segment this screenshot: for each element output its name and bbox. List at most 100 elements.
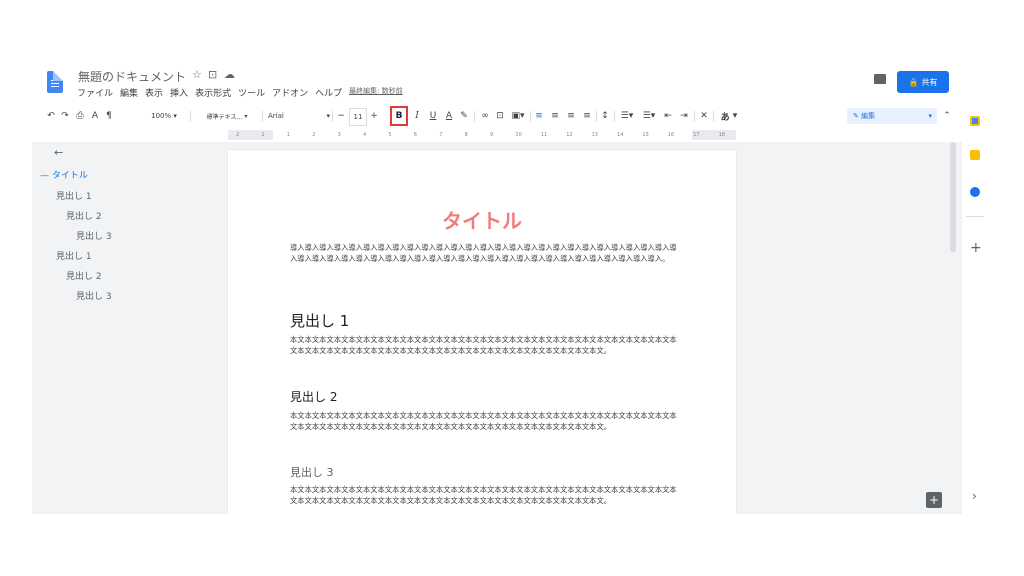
ruler-tick-label: 15	[642, 132, 649, 138]
body-paragraph[interactable]: 本文本文本文本文本文本文本文本文本文本文本文本文本文本文本文本文本文本文本文本文…	[290, 334, 678, 356]
menu-tools[interactable]: ツール	[238, 86, 265, 100]
menu-help[interactable]: ヘルプ	[315, 86, 342, 100]
share-label: 共有	[921, 77, 938, 87]
outline-item-h2[interactable]: 見出し 2	[66, 269, 102, 282]
font-size-input[interactable]: 11	[349, 108, 367, 126]
undo-icon[interactable]: ↶	[46, 108, 56, 124]
input-tools-button[interactable]: あ ▾	[718, 108, 740, 124]
underline-button[interactable]: U	[428, 108, 438, 124]
comment-add-icon[interactable]: ⊡	[495, 108, 505, 124]
bold-button[interactable]: B	[390, 106, 408, 126]
document-page[interactable]: タイトル 導入導入導入導入導入導入導入導入導入導入導入導入導入導入導入導入導入導…	[228, 150, 736, 514]
align-right-icon[interactable]: ≡	[566, 108, 576, 124]
docs-app-window: 無題のドキュメント ☆ ⊡ ☁ ファイル 編集 表示 挿入 表示形式 ツール ア…	[32, 62, 994, 514]
menu-addons[interactable]: アドオン	[272, 86, 308, 100]
outline-item-h1[interactable]: 見出し 1	[56, 249, 92, 262]
align-justify-icon[interactable]: ≡	[582, 108, 592, 124]
ruler-tick-label: 14	[617, 132, 624, 138]
ruler-tick-label: 9	[490, 132, 494, 138]
ruler-tick-label: 6	[413, 132, 417, 138]
italic-button[interactable]: I	[412, 108, 422, 124]
ruler-tick-label: 1	[261, 132, 265, 138]
zoom-select[interactable]: 100% ▾	[144, 108, 184, 124]
menu-bar: ファイル 編集 表示 挿入 表示形式 ツール アドオン ヘルプ 最終編集: 数秒…	[77, 86, 410, 100]
vertical-scrollbar[interactable]	[950, 142, 956, 252]
side-divider	[966, 216, 984, 217]
body-paragraph[interactable]: 本文本文本文本文本文本文本文本文本文本文本文本文本文本文本文本文本文本文本文本文…	[290, 410, 678, 432]
clear-formatting-icon[interactable]: ✕	[699, 108, 709, 124]
calendar-icon[interactable]	[970, 116, 980, 126]
pencil-icon: ✎	[853, 112, 862, 120]
last-edit-link[interactable]: 最終編集: 数秒前	[349, 86, 403, 100]
header: 無題のドキュメント ☆ ⊡ ☁ ファイル 編集 表示 挿入 表示形式 ツール ア…	[32, 62, 994, 106]
image-icon[interactable]: ▣▾	[510, 108, 526, 124]
outline-item-title[interactable]: — タイトル	[40, 168, 88, 181]
highlight-icon[interactable]: ✎	[459, 108, 469, 124]
decrease-indent-icon[interactable]: ⇤	[662, 108, 674, 124]
increase-indent-icon[interactable]: ⇥	[678, 108, 690, 124]
tasks-icon[interactable]	[970, 187, 980, 197]
intro-paragraph[interactable]: 導入導入導入導入導入導入導入導入導入導入導入導入導入導入導入導入導入導入導入導入…	[290, 242, 678, 264]
ruler-tick-label: 4	[363, 132, 367, 138]
ruler-tick-label: 10	[515, 132, 522, 138]
ruler-tick-label: 8	[464, 132, 468, 138]
outline-item-h1[interactable]: 見出し 1	[56, 189, 92, 202]
menu-format[interactable]: 表示形式	[195, 86, 231, 100]
ruler-tick-label: 18	[718, 132, 725, 138]
font-select[interactable]: Arial ▾	[268, 108, 330, 124]
line-spacing-icon[interactable]: ↕	[600, 108, 610, 124]
ruler-tick-label: 17	[693, 132, 700, 138]
menu-view[interactable]: 表示	[145, 86, 163, 100]
link-icon[interactable]: ∞	[479, 108, 491, 124]
explore-add-icon[interactable]: +	[926, 492, 942, 508]
show-side-panel-icon[interactable]: ›	[972, 489, 977, 503]
ruler-tick-label: 3	[337, 132, 341, 138]
ruler-tick-label: 13	[591, 132, 598, 138]
menu-insert[interactable]: 挿入	[170, 86, 188, 100]
keep-icon[interactable]	[970, 150, 980, 160]
redo-icon[interactable]: ↷	[60, 108, 70, 124]
outline-item-h2[interactable]: 見出し 2	[66, 209, 102, 222]
horizontal-ruler[interactable]: 2 1 1 2 3 4 5 6 7 8 9 10 11 12 13 14 15 16 17 18	[228, 130, 736, 140]
get-addons-icon[interactable]: +	[970, 240, 982, 256]
align-center-icon[interactable]: ≡	[550, 108, 560, 124]
heading-1[interactable]: 見出し 1	[290, 310, 349, 331]
star-icon[interactable]: ☆	[192, 68, 202, 81]
back-arrow-icon[interactable]: ←	[54, 146, 63, 159]
docs-logo-icon[interactable]	[47, 71, 63, 93]
folder-icon[interactable]: ⊡	[208, 68, 217, 81]
heading-2[interactable]: 見出し 2	[290, 388, 337, 405]
document-heading-title[interactable]: タイトル	[228, 205, 736, 234]
align-left-icon[interactable]: ≡	[534, 108, 544, 124]
ruler-tick-label: 2	[312, 132, 316, 138]
bulleted-list-icon[interactable]: ☰▾	[640, 108, 658, 124]
ruler-tick-label: 1	[286, 132, 290, 138]
outline-item-h3[interactable]: 見出し 3	[76, 229, 112, 242]
ruler-tick-label: 16	[667, 132, 675, 138]
spellcheck-icon[interactable]: A	[90, 108, 100, 124]
document-title[interactable]: 無題のドキュメント	[78, 68, 186, 85]
outline-item-h3[interactable]: 見出し 3	[76, 289, 112, 302]
document-outline: ← — タイトル 見出し 1 見出し 2 見出し 3 見出し 1 見出し 2 見…	[32, 144, 222, 504]
cloud-status-icon[interactable]: ☁	[224, 68, 235, 81]
body-paragraph[interactable]: 本文本文本文本文本文本文本文本文本文本文本文本文本文本文本文本文本文本文本文本文…	[290, 484, 678, 506]
ruler-tick-label: 5	[388, 132, 392, 138]
ruler-tick-label: 7	[439, 132, 443, 138]
share-button[interactable]: 🔒 共有	[897, 71, 949, 93]
ruler-tick-label: 11	[540, 132, 548, 138]
style-select[interactable]: 標準テキス… ▾	[196, 108, 258, 124]
heading-3[interactable]: 見出し 3	[290, 464, 334, 480]
menu-file[interactable]: ファイル	[77, 86, 113, 100]
collapse-toolbar-icon[interactable]: ⌃	[942, 108, 952, 124]
print-icon[interactable]: ⎙	[74, 108, 86, 124]
menu-edit[interactable]: 編集	[120, 86, 138, 100]
checklist-icon[interactable]: ☰▾	[618, 108, 636, 124]
ruler-tick-label: 2	[236, 132, 240, 138]
editing-mode-select[interactable]: ✎ 編集 ▾	[847, 108, 937, 124]
text-color-button[interactable]: A	[444, 108, 454, 124]
lock-icon: 🔒	[908, 77, 919, 87]
paint-format-icon[interactable]: ¶	[104, 108, 114, 124]
comment-icon[interactable]	[874, 74, 886, 84]
decrease-font-size-button[interactable]: −	[336, 108, 346, 124]
increase-font-size-button[interactable]: +	[369, 108, 379, 124]
